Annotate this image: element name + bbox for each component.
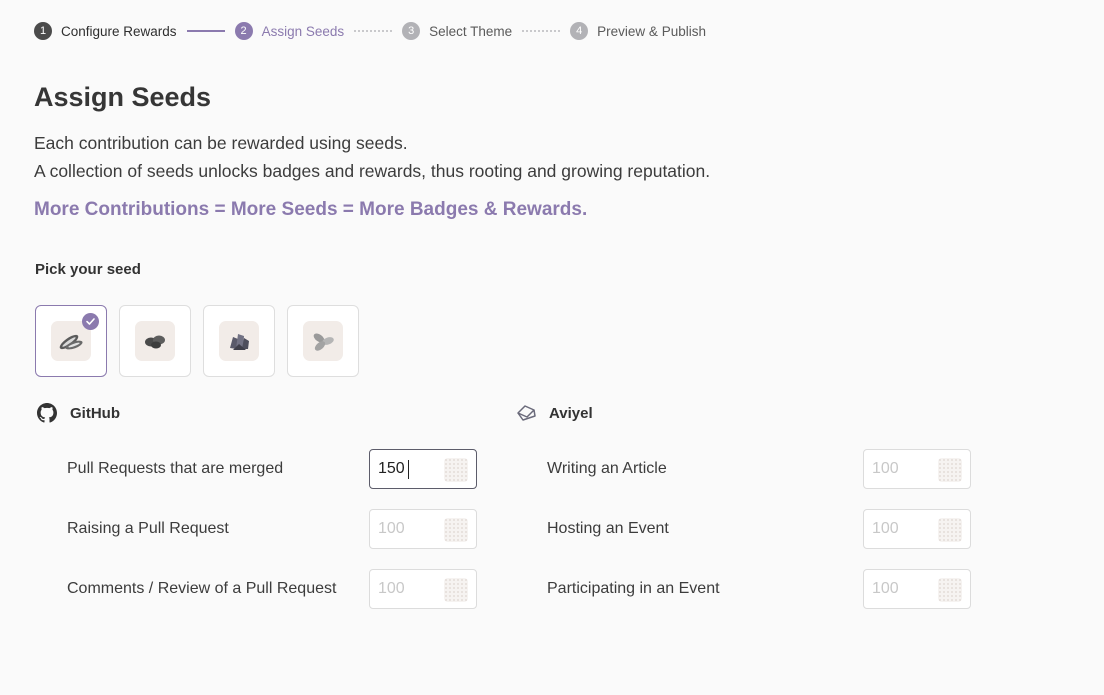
seed-mini-icon bbox=[444, 458, 468, 482]
seed-option-bean[interactable] bbox=[119, 305, 191, 377]
step-number: 1 bbox=[34, 22, 52, 40]
step-label: Configure Rewards bbox=[61, 23, 177, 39]
description-line-2: A collection of seeds unlocks badges and… bbox=[34, 161, 711, 181]
github-row-label: Comments / Review of a Pull Request bbox=[67, 580, 337, 597]
description-line-1: Each contribution can be rewarded using … bbox=[34, 133, 408, 153]
seed-mini-icon bbox=[938, 458, 962, 482]
step-number: 2 bbox=[234, 22, 253, 40]
seed-picker bbox=[35, 305, 359, 377]
pumpkin-seed-icon bbox=[303, 321, 343, 361]
aviyel-section-header: Aviyel bbox=[515, 402, 593, 424]
selected-check-icon bbox=[82, 313, 99, 330]
github-icon bbox=[36, 402, 58, 424]
step-connector bbox=[522, 30, 561, 32]
aviyel-seeds-input[interactable] bbox=[863, 569, 971, 609]
step-label: Select Theme bbox=[429, 23, 513, 39]
step-configure-rewards[interactable]: 1 Configure Rewards bbox=[34, 22, 177, 40]
aviyel-seeds-input[interactable] bbox=[863, 449, 971, 489]
aviyel-row-label: Hosting an Event bbox=[547, 520, 669, 537]
crystal-seed-icon bbox=[219, 321, 259, 361]
aviyel-row-label: Participating in an Event bbox=[547, 580, 720, 597]
step-select-theme[interactable]: 3 Select Theme bbox=[402, 22, 512, 40]
aviyel-row-label: Writing an Article bbox=[547, 460, 667, 477]
seed-count-input[interactable] bbox=[370, 510, 440, 548]
text-caret bbox=[408, 460, 409, 479]
seed-option-sunflower[interactable] bbox=[35, 305, 107, 377]
aviyel-seeds-input[interactable] bbox=[863, 509, 971, 549]
step-assign-seeds[interactable]: 2 Assign Seeds bbox=[234, 22, 345, 40]
step-number: 4 bbox=[570, 22, 589, 40]
pick-seed-label: Pick your seed bbox=[35, 261, 141, 278]
github-seeds-input[interactable] bbox=[369, 569, 477, 609]
step-connector bbox=[354, 30, 393, 32]
step-label: Assign Seeds bbox=[261, 23, 345, 39]
step-label: Preview & Publish bbox=[597, 23, 706, 39]
seed-count-input[interactable] bbox=[864, 450, 934, 488]
github-row-label: Raising a Pull Request bbox=[67, 520, 229, 537]
github-seeds-input[interactable] bbox=[369, 449, 477, 489]
github-seeds-input[interactable] bbox=[369, 509, 477, 549]
stepper: 1 Configure Rewards 2 Assign Seeds 3 Sel… bbox=[34, 21, 706, 41]
github-row-label: Pull Requests that are merged bbox=[67, 460, 284, 477]
seed-count-input[interactable] bbox=[370, 570, 440, 608]
seed-option-crystal[interactable] bbox=[203, 305, 275, 377]
step-connector bbox=[186, 30, 225, 32]
seed-count-input[interactable] bbox=[370, 450, 440, 488]
seed-count-input[interactable] bbox=[864, 570, 934, 608]
seed-option-pumpkin[interactable] bbox=[287, 305, 359, 377]
coffee-bean-icon bbox=[135, 321, 175, 361]
aviyel-logo-icon bbox=[515, 402, 537, 424]
seed-mini-icon bbox=[444, 578, 468, 602]
seed-mini-icon bbox=[938, 578, 962, 602]
aviyel-title: Aviyel bbox=[549, 404, 593, 422]
page-title: Assign Seeds bbox=[34, 82, 212, 112]
step-preview-publish[interactable]: 4 Preview & Publish bbox=[570, 22, 706, 40]
github-title: GitHub bbox=[70, 404, 120, 422]
tagline: More Contributions = More Seeds = More B… bbox=[34, 199, 588, 220]
github-section-header: GitHub bbox=[36, 402, 120, 424]
seed-count-input[interactable] bbox=[864, 510, 934, 548]
step-number: 3 bbox=[402, 22, 421, 40]
seed-mini-icon bbox=[444, 518, 468, 542]
seed-mini-icon bbox=[938, 518, 962, 542]
